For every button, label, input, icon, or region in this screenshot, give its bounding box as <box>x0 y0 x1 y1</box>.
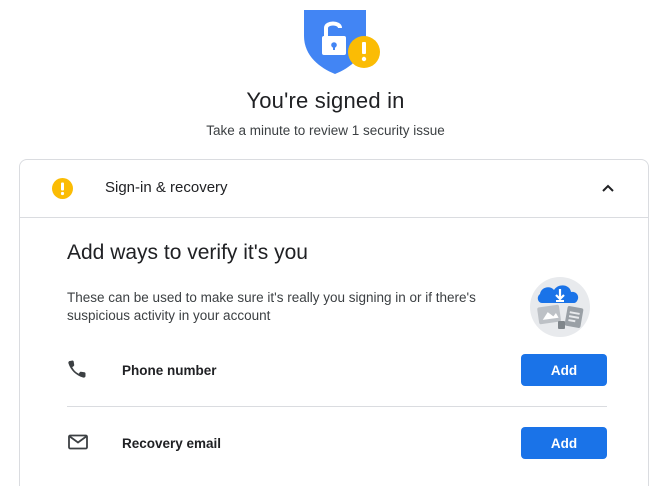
section-label: Sign-in & recovery <box>105 179 228 196</box>
phone-number-label: Phone number <box>122 363 217 378</box>
page-subtitle: Take a minute to review 1 security issue <box>206 123 445 138</box>
chevron-up-icon[interactable] <box>600 180 616 196</box>
add-phone-button[interactable]: Add <box>521 354 607 386</box>
phone-number-row: Phone number Add <box>67 351 607 391</box>
recovery-email-label: Recovery email <box>122 436 222 451</box>
warning-icon <box>52 178 73 199</box>
phone-icon <box>68 360 86 378</box>
recovery-email-row: Recovery email Add <box>67 424 607 464</box>
row-divider <box>67 406 607 407</box>
sign-in-recovery-card: Sign-in & recovery Add ways to verify it… <box>19 159 649 486</box>
page-title: You're signed in <box>246 88 405 113</box>
verify-description: These can be used to make sure it's real… <box>67 290 476 323</box>
security-checkup-page: You're signed in Take a minute to review… <box>0 0 651 486</box>
mail-icon <box>68 434 88 450</box>
cloud-download-illustration-icon <box>530 277 590 337</box>
add-recovery-email-button[interactable]: Add <box>521 427 607 459</box>
shield-warning-icon <box>304 10 380 74</box>
verify-title: Add ways to verify it's you <box>67 241 308 264</box>
sign-in-recovery-header[interactable]: Sign-in & recovery <box>20 160 648 218</box>
